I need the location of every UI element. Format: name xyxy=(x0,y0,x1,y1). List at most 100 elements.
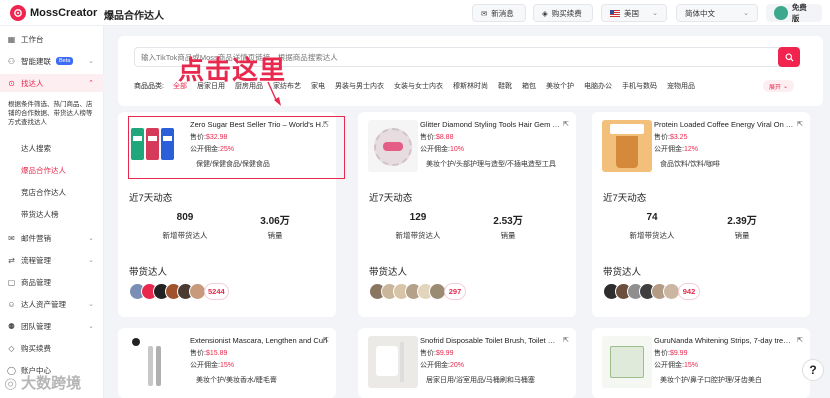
external-link-icon[interactable]: ⇱ xyxy=(797,336,803,344)
help-button[interactable]: ? xyxy=(802,359,824,381)
search-icon xyxy=(784,52,794,62)
plan-button[interactable]: 免费版 xyxy=(766,3,822,23)
product-category: 美妆个护/头部护理与造型/不插电造型工具 xyxy=(426,161,556,168)
sidebar-item-workbench[interactable]: ▦ 工作台 xyxy=(0,30,104,48)
category-label: 商品品类: xyxy=(134,83,164,90)
sales-label: 销量 xyxy=(734,231,750,240)
grid-icon: ▦ xyxy=(7,34,16,44)
team-icon: ⚉ xyxy=(7,321,16,331)
product-price: $9.99 xyxy=(669,350,688,357)
product-price: $8.88 xyxy=(435,134,454,141)
product-card[interactable]: Protein Loaded Coffee Energy Viral On Ti… xyxy=(592,112,810,317)
product-commission: 12% xyxy=(683,146,698,153)
moss-logo-icon xyxy=(10,5,26,21)
top-bar: MossCreator 爆品合作达人 ✉ 新消息 ◈ 购买续费 美国 ⌄ 简体中… xyxy=(0,0,830,26)
region-select[interactable]: 美国 ⌄ xyxy=(601,4,667,22)
product-price: $3.25 xyxy=(669,134,688,141)
product-commission: 10% xyxy=(449,146,464,153)
new-creators-value: 809 xyxy=(176,212,194,223)
chevron-down-icon: ⌄ xyxy=(743,10,749,17)
news-button[interactable]: ✉ 新消息 xyxy=(472,4,526,22)
chevron-up-icon: ⌃ xyxy=(88,80,94,87)
external-link-icon[interactable]: ⇱ xyxy=(563,120,569,128)
chevron-down-icon: ⌄ xyxy=(88,58,94,65)
expand-button[interactable]: 展开 ⌄ xyxy=(763,80,795,92)
creators-title: 带货达人 xyxy=(603,267,642,278)
sidebar-item-smart-outreach[interactable]: ⚇ 智能建联 Beta ⌄ xyxy=(0,52,104,70)
sidebar-item-process[interactable]: ⇄ 流程管理 ⌄ xyxy=(0,251,104,269)
sales-value: 2.39万 xyxy=(727,216,757,227)
sidebar-item-renew[interactable]: ◇ 购买续费 xyxy=(0,339,104,357)
product-price: $9.99 xyxy=(435,350,454,357)
watermark-logo-icon: ◎ xyxy=(4,374,18,392)
commission-row: 公开佣金:10% xyxy=(420,146,464,153)
creator-count: 297 xyxy=(444,283,466,300)
product-card[interactable]: Glitter Diamond Styling Tools Hair Gem T… xyxy=(358,112,576,317)
sidebar-item-competitor-stores[interactable]: 竞店合作达人 xyxy=(21,187,66,198)
sidebar: ▦ 工作台 ⚇ 智能建联 Beta ⌄ ⊙ 找达人 ⌃ 根据条件筛选、热门商品、… xyxy=(0,26,104,398)
product-name: GuruNanda Whitening Strips, 7-day treatm… xyxy=(654,336,794,345)
category-item[interactable]: 女装与女士内衣 xyxy=(389,81,448,91)
language-select[interactable]: 简体中文 ⌄ xyxy=(676,4,758,22)
creator-avatars[interactable]: 297 xyxy=(369,283,466,300)
beta-badge: Beta xyxy=(56,57,74,65)
category-item[interactable]: 手机与数码 xyxy=(617,81,662,91)
chevron-down-icon: ⌄ xyxy=(783,83,789,90)
new-creators-label: 新增带货达人 xyxy=(629,231,675,240)
product-price: $15.89 xyxy=(205,350,228,357)
sidebar-item-find-creators[interactable]: ⊙ 找达人 ⌃ xyxy=(0,74,104,92)
search-button[interactable] xyxy=(778,47,800,67)
new-creators-label: 新增带货达人 xyxy=(162,231,208,240)
product-image xyxy=(602,336,652,388)
price-row: 售价:$15.89 xyxy=(190,350,228,357)
sales-label: 销量 xyxy=(500,231,516,240)
category-item[interactable]: 男装与男士内衣 xyxy=(330,81,389,91)
commission-row: 公开佣金:15% xyxy=(654,362,698,369)
product-category: 美妆个护/鼻子口腔护理/牙齿美白 xyxy=(660,377,762,384)
category-item[interactable]: 电脑办公 xyxy=(579,81,617,91)
page-title: 爆品合作达人 xyxy=(104,11,164,22)
category-item[interactable]: 穆斯林时尚 xyxy=(448,81,493,91)
highlight-box xyxy=(128,116,345,179)
sidebar-item-email[interactable]: ✉ 邮件营销 ⌄ xyxy=(0,229,104,247)
bell-icon: ✉ xyxy=(481,8,488,18)
price-row: 售价:$3.25 xyxy=(654,134,688,141)
creator-count: 5244 xyxy=(204,283,229,300)
chevron-down-icon: ⌄ xyxy=(88,301,94,308)
new-creators-value: 129 xyxy=(409,212,427,223)
app-logo[interactable]: MossCreator xyxy=(10,4,97,22)
product-card[interactable]: GuruNanda Whitening Strips, 7-day treatm… xyxy=(592,328,810,398)
sidebar-item-creator-ranking[interactable]: 带货达人榜 xyxy=(21,209,59,220)
product-commission: 15% xyxy=(219,362,234,369)
category-item[interactable]: 鞋靴 xyxy=(493,81,517,91)
chevron-down-icon: ⌄ xyxy=(88,235,94,242)
product-image xyxy=(368,336,418,388)
category-item[interactable]: 家电 xyxy=(306,81,330,91)
product-card[interactable]: Snofrid Disposable Toilet Brush, Toilet … xyxy=(358,328,576,398)
category-item[interactable]: 箱包 xyxy=(517,81,541,91)
renew-button[interactable]: ◈ 购买续费 xyxy=(533,4,593,22)
creator-avatars[interactable]: 942 xyxy=(603,283,700,300)
external-link-icon[interactable]: ⇱ xyxy=(563,336,569,344)
category-item[interactable]: 美妆个护 xyxy=(541,81,579,91)
users-icon: ☺ xyxy=(7,299,16,309)
external-link-icon[interactable]: ⇱ xyxy=(323,336,329,344)
product-card[interactable]: Extensionist Mascara, Lengthen and Curl … xyxy=(118,328,336,398)
sidebar-item-assets[interactable]: ☺ 达人资产管理 ⌄ xyxy=(0,295,104,313)
external-link-icon[interactable]: ⇱ xyxy=(797,120,803,128)
product-name: Snofrid Disposable Toilet Brush, Toilet … xyxy=(420,336,560,345)
creators-title: 带货达人 xyxy=(369,267,408,278)
creator-avatars[interactable]: 5244 xyxy=(129,283,229,300)
price-row: 售价:$9.99 xyxy=(654,350,688,357)
sidebar-item-products[interactable]: ▢ 商品管理 xyxy=(0,273,104,291)
sidebar-item-team[interactable]: ⚉ 团队管理 ⌄ xyxy=(0,317,104,335)
logo-text: MossCreator xyxy=(30,7,98,19)
us-flag-icon xyxy=(610,9,620,17)
product-commission: 20% xyxy=(449,362,464,369)
box-icon: ▢ xyxy=(7,277,16,287)
trend-title: 近7天动态 xyxy=(603,193,647,204)
category-item[interactable]: 宠物用品 xyxy=(662,81,700,91)
sidebar-item-creator-search[interactable]: 达人搜索 xyxy=(21,143,51,154)
price-row: 售价:$9.99 xyxy=(420,350,454,357)
sidebar-item-hot-products[interactable]: 爆品合作达人 xyxy=(21,165,66,176)
